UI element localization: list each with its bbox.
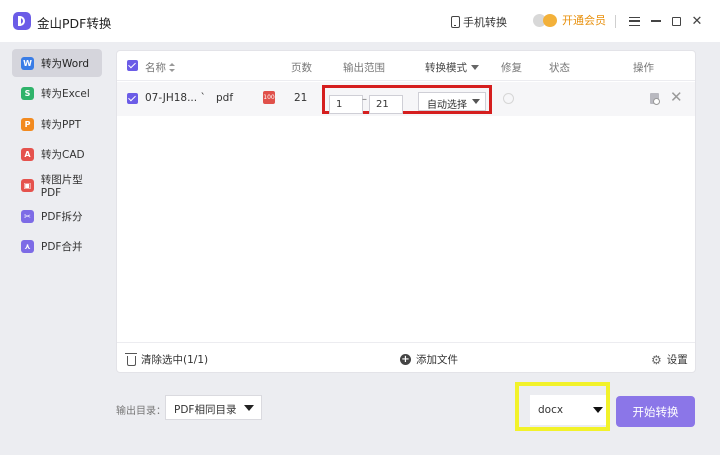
sidebar-pdf-merge-icon: ⋏ xyxy=(21,240,34,254)
sidebar-item-pdf-merge[interactable]: ⋏ PDF合并 xyxy=(12,233,102,261)
sidebar-item-label: 转图片型PDF xyxy=(40,173,83,199)
sidebar-item-label: 转为PPT xyxy=(41,118,82,131)
sidebar-item-label: PDF拆分 xyxy=(41,210,83,223)
header-name[interactable]: 名称 xyxy=(145,60,175,75)
close-window-button[interactable]: ✕ xyxy=(688,12,706,30)
plus-icon: + xyxy=(400,354,411,365)
select-all-checkbox[interactable] xyxy=(127,60,138,71)
sidebar-word-icon: W xyxy=(21,56,34,70)
mobile-convert-button[interactable]: 手机转换 xyxy=(451,14,507,30)
menu-button[interactable] xyxy=(625,12,643,30)
chevron-down-icon xyxy=(472,99,480,104)
sidebar-item-cad[interactable]: A 转为CAD xyxy=(12,141,102,169)
sidebar-item-label: PDF合并 xyxy=(41,241,83,254)
sidebar-ppt-icon: P xyxy=(21,117,34,131)
clear-selected-button[interactable]: 清除选中(1/1) xyxy=(125,352,209,367)
header-pages: 页数 xyxy=(291,62,312,74)
sidebar-item-image-pdf[interactable]: ▣ 转图片型PDF xyxy=(12,171,102,199)
vip-crown-icon xyxy=(533,12,559,28)
add-file-label: 添加文件 xyxy=(416,354,458,366)
row-checkbox[interactable] xyxy=(127,93,138,104)
sidebar-image-pdf-icon: ▣ xyxy=(21,178,34,192)
header-status: 状态 xyxy=(549,62,570,74)
vip-button[interactable]: 开通会员 xyxy=(533,12,606,28)
gear-icon: ⚙ xyxy=(651,352,662,367)
sidebar-item-label: 转为CAD xyxy=(41,149,85,162)
file-list-panel: 名称 页数 输出范围 转换模式 修复 状态 操作 07-JH18... ` pd… xyxy=(116,50,696,373)
file-name: 07-JH18... ` xyxy=(145,92,206,104)
sidebar: W 转为Word S 转为Excel P 转为PPT A 转为CAD ▣ 转图片型PDF ✂ PDF拆… xyxy=(0,42,108,455)
format-highlight xyxy=(515,382,610,431)
vip-label: 开通会员 xyxy=(562,14,606,27)
minimize-icon xyxy=(651,20,661,22)
mobile-convert-label: 手机转换 xyxy=(463,16,507,29)
sidebar-pdf-split-icon: ✂ xyxy=(21,209,34,223)
table-row[interactable]: 07-JH18... ` pdf 100 21 1 – 21 自动选择 ✕ xyxy=(117,82,695,116)
sidebar-item-word[interactable]: W 转为Word xyxy=(12,49,102,77)
header-range: 输出范围 xyxy=(343,62,385,74)
app-logo-icon xyxy=(13,12,31,30)
sidebar-item-pdf-split[interactable]: ✂ PDF拆分 xyxy=(12,202,102,230)
pdf-badge-icon: 100 xyxy=(263,91,275,104)
range-separator: – xyxy=(362,94,367,105)
start-conversion-button[interactable]: 开始转换 xyxy=(616,396,695,427)
sidebar-excel-icon: S xyxy=(21,87,34,101)
trash-icon xyxy=(125,352,137,366)
range-to-input[interactable]: 21 xyxy=(369,95,403,114)
menu-icon xyxy=(628,16,640,26)
maximize-button[interactable] xyxy=(667,12,685,30)
settings-label: 设置 xyxy=(666,354,688,366)
output-directory-label: 输出目录： xyxy=(116,406,166,417)
sidebar-item-excel[interactable]: S 转为Excel xyxy=(12,80,102,108)
maximize-icon xyxy=(671,16,681,26)
file-extension: pdf xyxy=(216,92,234,104)
repair-icon[interactable] xyxy=(503,93,514,104)
title-bar: 金山PDF转换 手机转换 开通会员 ✕ xyxy=(0,0,720,42)
sidebar-item-label: 转为Excel xyxy=(41,88,90,101)
app-title: 金山PDF转换 xyxy=(37,16,112,31)
settings-button[interactable]: ⚙ 设置 xyxy=(651,352,688,367)
minimize-button[interactable] xyxy=(647,12,665,30)
sidebar-item-label: 转为Word xyxy=(41,57,89,70)
close-icon: ✕ xyxy=(691,13,703,29)
add-file-button[interactable]: + 添加文件 xyxy=(400,352,458,367)
sort-icon xyxy=(169,63,175,72)
sidebar-cad-icon: A xyxy=(21,148,34,162)
header-mode[interactable]: 转换模式 xyxy=(425,60,479,75)
output-directory-value: PDF相同目录 xyxy=(174,404,237,416)
chevron-down-icon xyxy=(471,65,479,70)
table-footer: 清除选中(1/1) + 添加文件 ⚙ 设置 xyxy=(117,342,695,372)
range-mode-highlight: 1 – 21 自动选择 xyxy=(322,85,492,114)
conversion-mode-value: 自动选择 xyxy=(427,100,467,111)
phone-icon xyxy=(451,16,460,28)
table-header: 名称 页数 输出范围 转换模式 修复 状态 操作 xyxy=(117,51,695,81)
header-repair: 修复 xyxy=(501,62,522,74)
remove-file-button[interactable]: ✕ xyxy=(670,88,683,106)
output-directory-select[interactable]: PDF相同目录 xyxy=(165,395,262,420)
conversion-mode-select[interactable]: 自动选择 xyxy=(418,92,486,111)
range-from-input[interactable]: 1 xyxy=(329,95,363,114)
open-file-icon[interactable] xyxy=(650,93,660,105)
titlebar-divider xyxy=(615,15,616,28)
chevron-down-icon xyxy=(244,405,254,411)
clear-selected-label: 清除选中(1/1) xyxy=(141,354,209,366)
page-count: 21 xyxy=(294,92,308,104)
header-actions: 操作 xyxy=(633,62,654,74)
sidebar-item-ppt[interactable]: P 转为PPT xyxy=(12,110,102,138)
